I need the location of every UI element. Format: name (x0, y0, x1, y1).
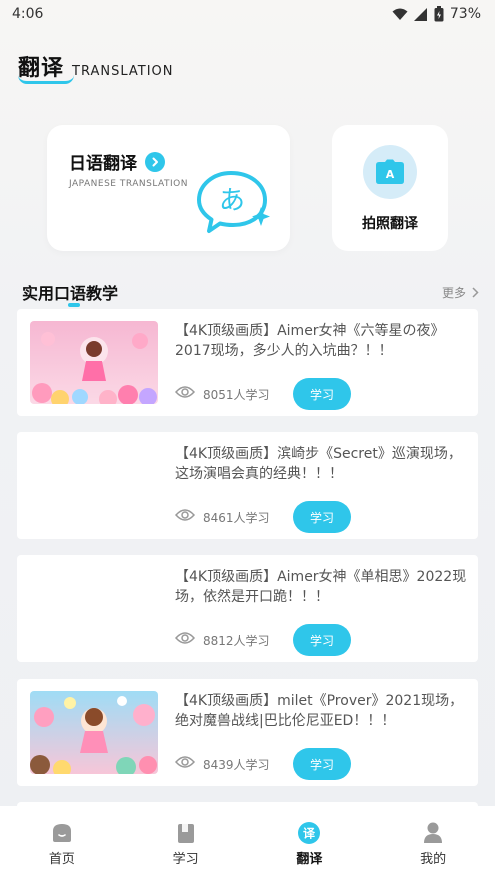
japanese-translation-card[interactable]: 日语翻译 JAPANESE TRANSLATION あ (47, 125, 290, 251)
translate-badge-text: 译 (303, 827, 316, 841)
section-title: 实用口语教学 (22, 284, 119, 303)
status-bar: 4:06 73% (0, 0, 495, 28)
nav-study[interactable]: 学习 (124, 806, 248, 880)
battery-level: 73% (449, 6, 481, 22)
eye-icon (175, 756, 195, 768)
translate-icon: 译 (298, 822, 321, 844)
book-icon (175, 822, 197, 844)
course-title: 【4K顶级画质】Aimer女神《单相思》2022现场，依然是开口跪！！！ (175, 569, 467, 605)
course-title: 【4K顶级画质】滨崎步《Secret》巡演现场，这场演唱会真的经典！！！ (175, 446, 462, 482)
eye-icon (175, 632, 195, 644)
eye-icon (175, 509, 195, 521)
learn-button[interactable]: 学习 (293, 378, 351, 410)
section-title-underline (68, 303, 80, 307)
signal-icon (413, 7, 427, 21)
photo-translation-card[interactable]: A 拍照翻译 (332, 125, 448, 251)
page-header: 翻译 TRANSLATION (18, 50, 174, 84)
wifi-icon (392, 8, 408, 20)
battery-icon (434, 6, 444, 22)
japanese-speech-bubble-icon: あ (197, 171, 270, 233)
list-item[interactable]: 【4K顶级画质】milet《Prover》2021现场，绝对魔兽战线|巴比伦尼亚… (17, 679, 478, 786)
japanese-translation-title: 日语翻译 (69, 154, 137, 174)
japanese-translation-heading: 日语翻译 (69, 149, 165, 174)
japanese-glyph: あ (219, 186, 245, 216)
camera-icon: A (376, 159, 404, 184)
camera-icon-circle: A (363, 145, 417, 199)
more-label: 更多 (441, 286, 466, 300)
view-count: 8812人学习 (203, 634, 270, 648)
page-title: 翻译 (18, 50, 75, 84)
nav-mine[interactable]: 我的 (371, 806, 495, 880)
user-icon (422, 822, 444, 844)
nav-mine-label: 我的 (420, 852, 447, 867)
view-count: 8439人学习 (203, 758, 270, 772)
nav-home-label: 首页 (48, 852, 75, 867)
status-icons: 73% (392, 6, 481, 22)
chevron-right-icon (145, 151, 165, 172)
status-time: 4:06 (12, 6, 44, 22)
chevron-right-icon (472, 287, 479, 298)
svg-text:A: A (386, 168, 395, 181)
course-title: 【4K顶级画质】milet《Prover》2021现场，绝对魔兽战线|巴比伦尼亚… (175, 693, 464, 729)
learn-button[interactable]: 学习 (293, 748, 351, 780)
page-subtitle: TRANSLATION (72, 64, 174, 79)
nav-translate-label: 翻译 (296, 852, 323, 867)
view-count: 8051人学习 (203, 388, 270, 402)
photo-translation-label: 拍照翻译 (362, 216, 418, 232)
list-item[interactable]: 【4K顶级画质】滨崎步《Secret》巡演现场，这场演唱会真的经典！！！ 846… (17, 432, 478, 539)
nav-study-label: 学习 (172, 852, 199, 867)
eye-icon (175, 386, 195, 398)
view-count: 8461人学习 (203, 511, 270, 525)
course-thumbnail (30, 321, 158, 404)
japanese-translation-subtitle: JAPANESE TRANSLATION (69, 179, 188, 189)
learn-button[interactable]: 学习 (293, 501, 351, 533)
course-thumbnail (30, 691, 158, 774)
learn-button[interactable]: 学习 (293, 624, 351, 656)
bottom-nav: 首页 学习 译 翻译 我的 (0, 806, 495, 880)
nav-home[interactable]: 首页 (0, 806, 124, 880)
list-item[interactable]: 【4K顶级画质】Aimer女神《六等星の夜》2017现场，多少人的入坑曲？！！ … (17, 309, 478, 416)
list-item[interactable]: 【4K顶级画质】Aimer女神《单相思》2022现场，依然是开口跪！！！ 881… (17, 555, 478, 662)
nav-translate[interactable]: 译 翻译 (248, 806, 372, 880)
course-title: 【4K顶级画质】Aimer女神《六等星の夜》2017现场，多少人的入坑曲？！！ (175, 323, 445, 359)
more-link[interactable]: 更多 (442, 284, 479, 301)
home-icon (51, 822, 73, 844)
